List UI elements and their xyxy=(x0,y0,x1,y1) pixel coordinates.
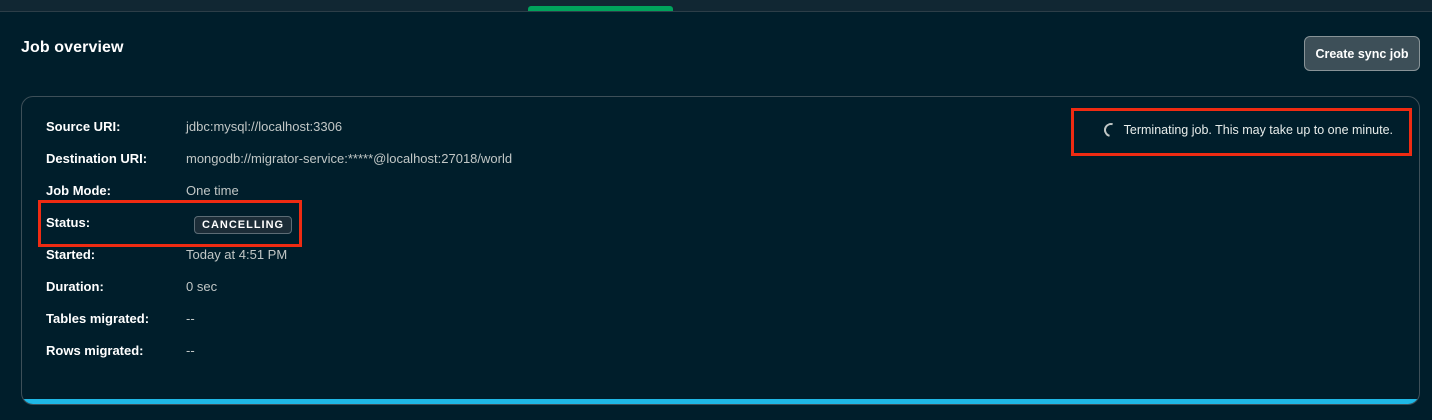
destination-uri-value: mongodb://migrator-service:*****@localho… xyxy=(186,151,513,166)
page-title: Job overview xyxy=(21,39,124,56)
tables-migrated-value: -- xyxy=(186,311,195,326)
started-label: Started: xyxy=(46,247,96,262)
tables-migrated-label: Tables migrated: xyxy=(46,311,150,326)
job-details: Source URI: jdbc:mysql://localhost:3306 … xyxy=(46,119,512,375)
create-sync-job-button[interactable]: Create sync job xyxy=(1304,36,1420,71)
destination-uri-row: Destination URI: mongodb://migrator-serv… xyxy=(46,151,512,183)
destination-uri-label: Destination URI: xyxy=(46,151,148,166)
rows-migrated-row: Rows migrated: -- xyxy=(46,343,512,375)
started-row: Started: Today at 4:51 PM xyxy=(46,247,512,279)
duration-row: Duration: 0 sec xyxy=(46,279,512,311)
job-mode-row: Job Mode: One time xyxy=(46,183,512,215)
started-value: Today at 4:51 PM xyxy=(186,247,288,262)
active-tab-indicator xyxy=(528,6,673,11)
source-uri-value: jdbc:mysql://localhost:3306 xyxy=(186,119,343,134)
job-progress-bar xyxy=(22,399,1419,404)
job-mode-label: Job Mode: xyxy=(46,183,111,198)
job-mode-value: One time xyxy=(186,183,239,198)
rows-migrated-label: Rows migrated: xyxy=(46,343,144,358)
source-uri-label: Source URI: xyxy=(46,119,121,134)
loading-spinner-icon xyxy=(1101,120,1121,140)
top-nav-bar xyxy=(0,0,1432,12)
terminating-message: Terminating job. This may take up to one… xyxy=(1101,120,1393,140)
status-row: Status: CANCELLING xyxy=(46,215,512,247)
rows-migrated-value: -- xyxy=(186,343,195,358)
duration-value: 0 sec xyxy=(186,279,218,294)
status-label: Status: xyxy=(46,215,91,230)
terminating-message-text: Terminating job. This may take up to one… xyxy=(1123,123,1393,137)
source-uri-row: Source URI: jdbc:mysql://localhost:3306 xyxy=(46,119,512,151)
tables-migrated-row: Tables migrated: -- xyxy=(46,311,512,343)
duration-label: Duration: xyxy=(46,279,104,294)
status-badge: CANCELLING xyxy=(194,216,293,234)
job-overview-card: Source URI: jdbc:mysql://localhost:3306 … xyxy=(21,96,1420,405)
